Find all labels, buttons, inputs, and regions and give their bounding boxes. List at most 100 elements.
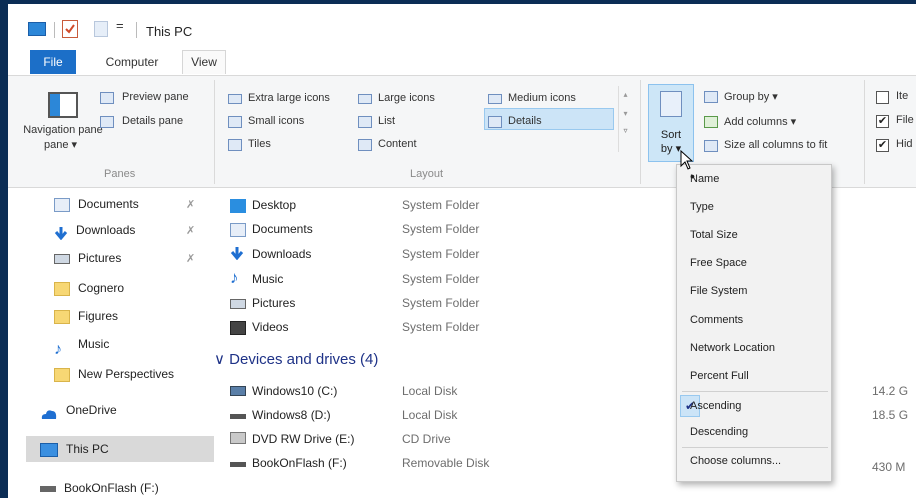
- group-by-button[interactable]: Group by ▾: [724, 90, 778, 103]
- menu-item-free-space[interactable]: Free Space: [690, 257, 747, 269]
- ribbon-separator: [864, 80, 865, 184]
- pin-icon[interactable]: ✗: [186, 198, 195, 211]
- menu-item-choose-columns[interactable]: Choose columns...: [690, 455, 781, 467]
- folder-row-name[interactable]: Documents: [252, 222, 313, 236]
- drive-row-name[interactable]: DVD RW Drive (E:): [252, 432, 354, 446]
- nav-item-music[interactable]: ♪ Music: [54, 332, 110, 358]
- folder-icon: [54, 367, 70, 382]
- dvd-drive-icon: [230, 432, 246, 444]
- add-columns-button[interactable]: Add columns ▾: [724, 115, 796, 128]
- menu-item-name[interactable]: Name: [690, 173, 719, 185]
- layout-tiles[interactable]: Tiles: [248, 138, 271, 150]
- tiles-icon: [228, 139, 242, 151]
- drive-row-name[interactable]: Windows8 (D:): [252, 408, 331, 422]
- nav-item-label: Downloads: [76, 223, 136, 237]
- pictures-icon: [230, 299, 246, 309]
- folder-row-name[interactable]: Downloads: [252, 247, 311, 261]
- ribbon-separator: [640, 80, 641, 184]
- drive-icon: [230, 414, 246, 419]
- nav-item-label: Music: [78, 337, 110, 351]
- layout-details[interactable]: Details: [508, 115, 542, 127]
- downloads-icon: [230, 246, 246, 261]
- menu-item-percent-full[interactable]: Percent Full: [690, 370, 749, 382]
- hidden-items-checkbox[interactable]: ✔: [876, 139, 889, 152]
- details-pane-icon: [100, 116, 114, 128]
- properties-icon[interactable]: [62, 20, 78, 38]
- nav-item-label: Cognero: [78, 281, 125, 295]
- menu-item-file-system[interactable]: File System: [690, 285, 747, 297]
- menu-separator: [682, 391, 828, 392]
- this-pc-window-icon[interactable]: [28, 22, 46, 36]
- videos-icon: [230, 321, 246, 335]
- quick-access-separator: [54, 22, 55, 38]
- documents-icon: [230, 223, 246, 237]
- drive-row-name[interactable]: Windows10 (C:): [252, 384, 337, 398]
- title-bar: [8, 4, 916, 50]
- large-icons-icon: [358, 94, 372, 104]
- small-icons-icon: [228, 116, 242, 128]
- menu-item-total-size[interactable]: Total Size: [690, 229, 738, 241]
- file-name-extensions-checkbox[interactable]: ✔: [876, 115, 889, 128]
- group-label-panes: Panes: [104, 168, 136, 180]
- folder-row-name[interactable]: Desktop: [252, 198, 296, 212]
- music-icon: ♪: [54, 340, 62, 358]
- item-check-boxes-checkbox[interactable]: [876, 91, 889, 104]
- nav-item-pictures[interactable]: Pictures: [54, 246, 121, 270]
- nav-item-figures[interactable]: Figures: [54, 304, 118, 328]
- pin-icon[interactable]: ✗: [186, 252, 195, 265]
- drive-row-type: Removable Disk: [402, 456, 490, 470]
- folder-row-name[interactable]: Videos: [252, 320, 288, 334]
- pin-icon[interactable]: ✗: [186, 224, 195, 237]
- extra-large-icons-icon: [228, 94, 242, 104]
- navigation-pane-button[interactable]: Navigation pane: [22, 124, 104, 136]
- menu-item-descending[interactable]: Descending: [690, 426, 748, 438]
- drive-icon: [40, 485, 56, 492]
- nav-item-downloads[interactable]: Downloads: [54, 218, 135, 242]
- layout-extra-large-icons[interactable]: Extra large icons: [248, 92, 330, 104]
- folder-row-type: System Folder: [402, 296, 480, 310]
- menu-item-network-location[interactable]: Network Location: [690, 342, 775, 354]
- layout-content[interactable]: Content: [378, 138, 417, 150]
- layout-large-icons[interactable]: Large icons: [378, 92, 435, 104]
- layout-small-icons[interactable]: Small icons: [248, 115, 304, 127]
- layout-scroll[interactable]: ▴ ▾ ▿: [618, 86, 632, 152]
- preview-pane-button[interactable]: Preview pane: [122, 91, 189, 103]
- devices-header-label: Devices and drives (4): [229, 351, 379, 368]
- tab-view[interactable]: View: [182, 50, 226, 74]
- drive-row-type: CD Drive: [402, 432, 451, 446]
- tab-computer[interactable]: Computer: [90, 50, 174, 74]
- drive-free-space: 14.2 G: [872, 384, 909, 398]
- ribbon-separator: [214, 80, 215, 184]
- nav-item-onedrive[interactable]: OneDrive: [40, 398, 117, 422]
- menu-item-type[interactable]: Type: [690, 201, 714, 213]
- folder-row-name[interactable]: Pictures: [252, 296, 295, 310]
- drive-row-type: Local Disk: [402, 384, 458, 398]
- window-frame-left: [0, 0, 8, 498]
- menu-item-comments[interactable]: Comments: [690, 314, 743, 326]
- quick-access-dropdown-icon[interactable]: =: [116, 18, 124, 33]
- folder-row-name[interactable]: Music: [252, 272, 283, 286]
- nav-item-documents[interactable]: Documents: [54, 192, 139, 216]
- navigation-pane-icon[interactable]: [48, 92, 78, 118]
- sort-by-label: Sort: [660, 129, 682, 141]
- nav-item-new-perspectives[interactable]: New Perspectives: [54, 362, 174, 386]
- details-pane-button[interactable]: Details pane: [122, 115, 183, 127]
- drive-row-name[interactable]: BookOnFlash (F:): [252, 456, 347, 470]
- navigation-pane-arrow-icon: ▾: [71, 139, 78, 151]
- preview-pane-icon: [100, 92, 114, 104]
- layout-medium-icons[interactable]: Medium icons: [508, 92, 576, 104]
- medium-icons-icon: [488, 94, 502, 104]
- devices-group-header[interactable]: ∨ Devices and drives (4): [214, 350, 378, 368]
- nav-item-bookonflash[interactable]: BookOnFlash (F:): [40, 476, 159, 500]
- layout-list[interactable]: List: [378, 115, 395, 127]
- content-icon: [358, 139, 372, 151]
- menu-item-ascending[interactable]: Ascending: [690, 400, 741, 412]
- nav-item-label: BookOnFlash (F:): [64, 481, 159, 495]
- collapse-chevron-icon[interactable]: ∨: [214, 351, 225, 368]
- tab-file[interactable]: File: [30, 50, 76, 74]
- this-pc-icon: [40, 442, 58, 457]
- nav-item-this-pc[interactable]: This PC: [40, 437, 109, 461]
- new-folder-icon[interactable]: [94, 21, 108, 37]
- nav-item-cognero[interactable]: Cognero: [54, 276, 124, 300]
- size-all-columns-button[interactable]: Size all columns to fit: [724, 139, 827, 151]
